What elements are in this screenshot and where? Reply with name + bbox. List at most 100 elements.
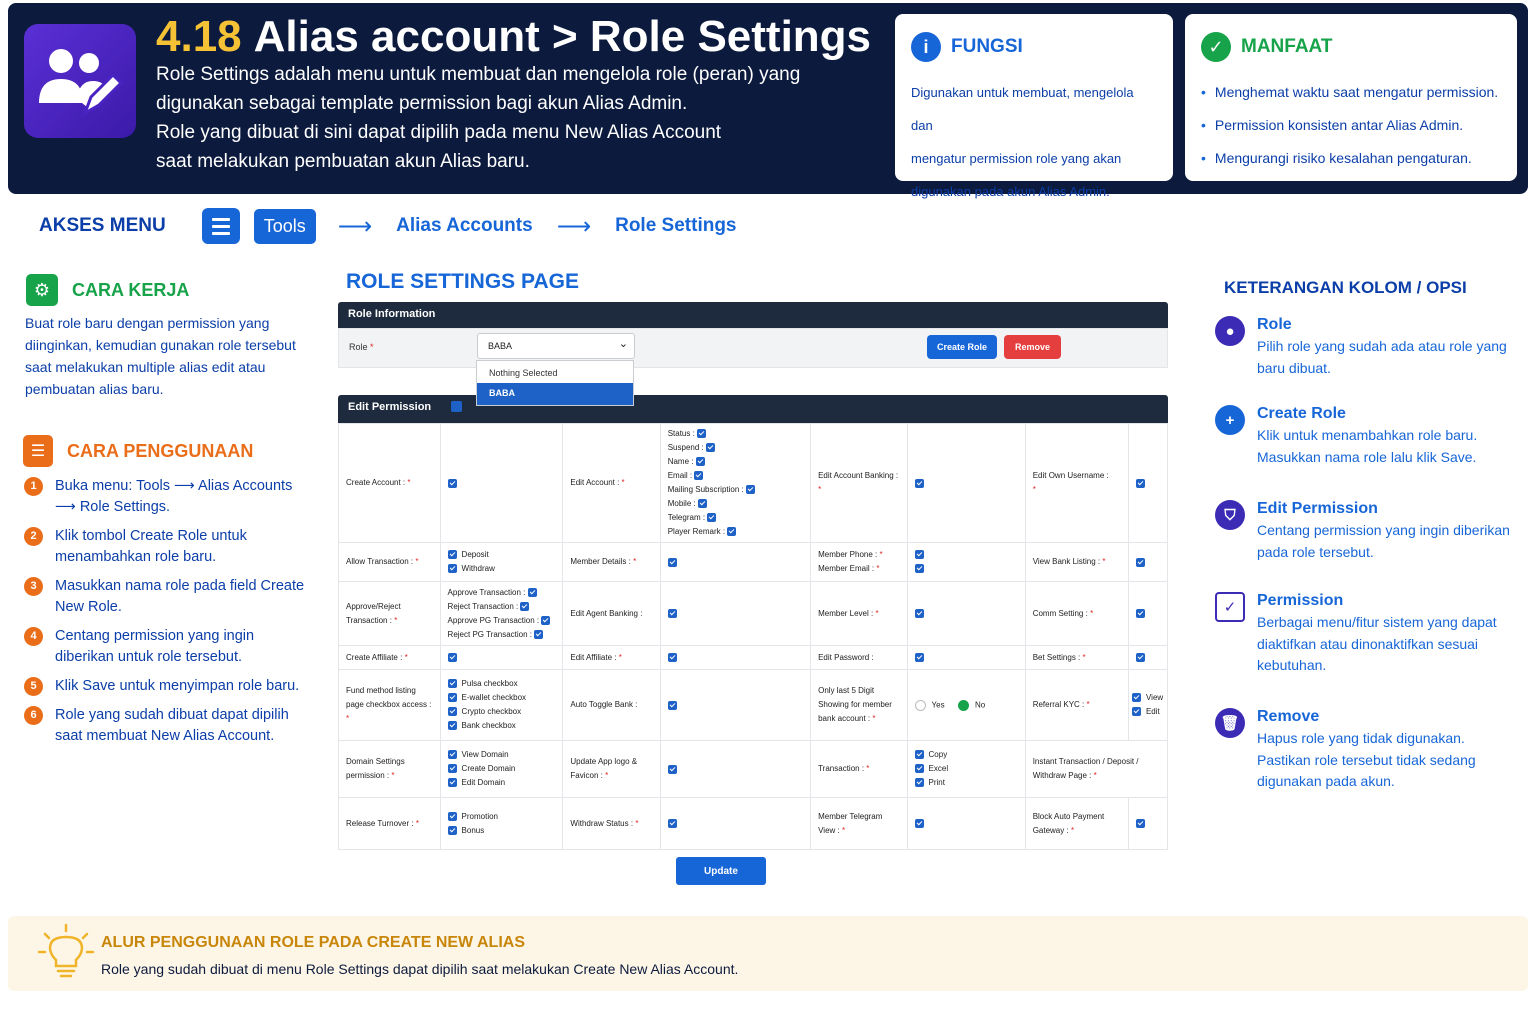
checkbox[interactable] (914, 764, 924, 774)
breadcrumb-alias-accounts[interactable]: Alias Accounts (396, 215, 533, 237)
checkbox[interactable] (1131, 707, 1141, 717)
update-button[interactable]: Update (676, 857, 766, 885)
item-desc: Klik untuk menambahkan role baru. Masukk… (1257, 427, 1478, 465)
hamburger-menu-icon[interactable] (201, 208, 240, 244)
checkbox[interactable] (447, 564, 457, 574)
role-select[interactable]: BABA (477, 333, 635, 359)
keterangan-permission: ✓ Permission Berbagai menu/fitur sistem y… (1215, 592, 1515, 677)
edit-permission-bar: Edit Permission (338, 395, 1168, 423)
checkbox[interactable] (1135, 609, 1145, 619)
checkbox[interactable] (914, 778, 924, 788)
checkbox[interactable] (534, 629, 544, 639)
checkbox[interactable] (667, 700, 677, 710)
checkbox[interactable] (705, 443, 715, 453)
create-account-label: Create Account : * (338, 423, 441, 543)
checkbox[interactable] (1135, 478, 1145, 488)
fungsi-text: Digunakan untuk membuat, mengelola dan m… (911, 76, 1157, 208)
option-label: Print (928, 778, 945, 787)
fund-method-options: Pulsa checkbox E-wallet checkbox Crypto … (439, 669, 564, 741)
referral-kyc-label: Referral KYC : * (1024, 669, 1129, 741)
checkbox[interactable] (914, 653, 924, 663)
checkbox[interactable] (447, 679, 457, 689)
checkbox[interactable] (697, 499, 707, 509)
desc-line: saat melakukan pembuatan akun Alias baru… (156, 151, 530, 172)
breadcrumb-role-settings[interactable]: Role Settings (615, 215, 736, 237)
clipboard-icon: ☰ (23, 435, 53, 467)
bet-settings-label: Bet Settings : * (1024, 645, 1129, 670)
checkbox[interactable] (1135, 653, 1145, 663)
fungsi-card: i FUNGSI Digunakan untuk membuat, mengelo… (895, 14, 1173, 199)
checkbox[interactable] (695, 457, 705, 467)
option-label: View Domain (461, 750, 509, 759)
checkbox[interactable] (745, 485, 755, 495)
steps-list: 1 Buka menu: Tools ⟶ Alias Accounts ⟶ Rol… (24, 476, 314, 755)
item-desc: Berbagai menu/fitur sistem yang dapat di… (1257, 614, 1497, 673)
trash-icon: 🗑 (1215, 708, 1245, 738)
approve-reject-options: Approve Transaction : Reject Transaction… (439, 581, 564, 646)
checkbox[interactable] (727, 527, 737, 537)
checkbox[interactable] (447, 721, 457, 731)
dropdown-option[interactable]: Nothing Selected (477, 361, 633, 383)
item-title: Permission (1257, 592, 1344, 609)
role-dropdown-menu: Nothing Selected BABA (476, 360, 634, 406)
checkbox[interactable] (914, 550, 924, 560)
dropdown-option-selected[interactable]: BABA (477, 383, 633, 405)
edit-permission-checkbox[interactable] (451, 400, 463, 412)
checkbox[interactable] (707, 513, 717, 523)
checkbox[interactable] (697, 429, 707, 439)
checkbox[interactable] (914, 478, 924, 488)
checkbox[interactable] (1135, 557, 1145, 567)
checkbox[interactable] (447, 653, 457, 663)
users-edit-icon (24, 24, 136, 138)
cara-kerja-title: CARA KERJA (72, 279, 190, 300)
option-label: Name : (667, 457, 694, 466)
manfaat-heading: ✓ MANFAAT (1201, 32, 1501, 62)
checkbox[interactable] (667, 764, 677, 774)
checkbox[interactable] (914, 564, 924, 574)
checkbox[interactable] (447, 778, 457, 788)
checkbox[interactable] (447, 825, 457, 835)
checkbox[interactable] (667, 653, 677, 663)
tools-button[interactable]: Tools (253, 208, 316, 244)
fungsi-title: FUNGSI (951, 36, 1023, 57)
create-role-button[interactable]: Create Role (927, 335, 997, 359)
banner-title: ALUR PENGGUNAAN ROLE PADA CREATE NEW ALI… (101, 934, 525, 951)
manfaat-card: ✓ MANFAAT Menghemat waktu saat mengatur p… (1185, 14, 1517, 181)
checkbox[interactable] (447, 693, 457, 703)
checkbox[interactable] (541, 615, 551, 625)
option-label: Approve Transaction : (447, 587, 526, 597)
radio-yes[interactable] (914, 699, 926, 711)
checkbox[interactable] (667, 557, 677, 567)
item-title: Edit Permission (1257, 500, 1378, 517)
option-label: Excel (928, 764, 949, 773)
remove-button[interactable]: Remove (1004, 335, 1061, 359)
option-label: Reject PG Transaction : (447, 629, 533, 639)
checkbox[interactable] (447, 764, 457, 774)
checkbox[interactable] (694, 471, 704, 481)
edit-own-username-cell (1127, 423, 1169, 543)
view-bank-listing-cell (1127, 542, 1169, 582)
checkbox[interactable] (667, 609, 677, 619)
checkbox[interactable] (527, 587, 537, 597)
keterangan-role: ● Role Pilih role yang sudah ada atau rol… (1215, 316, 1515, 379)
checkbox[interactable] (447, 750, 457, 760)
screen-title: ROLE SETTINGS PAGE (346, 270, 579, 293)
checkbox[interactable] (520, 601, 530, 611)
checkbox[interactable] (914, 750, 924, 760)
checkbox[interactable] (667, 819, 677, 829)
checkbox[interactable] (1135, 819, 1145, 829)
lightbulb-icon (37, 923, 95, 978)
checkbox[interactable] (447, 550, 457, 560)
checkbox[interactable] (914, 819, 924, 829)
checkbox[interactable] (447, 707, 457, 717)
radio-no[interactable] (957, 699, 969, 711)
checkbox[interactable] (447, 478, 457, 488)
role-label: Role * (349, 342, 374, 352)
option-label: Email : (667, 471, 693, 480)
gear-icon: ⚙ (26, 274, 58, 306)
shield-icon: ⛉ (1215, 500, 1245, 530)
checkbox[interactable] (447, 811, 457, 821)
checkbox[interactable] (914, 609, 924, 619)
step-item: 4 Centang permission yang ingin diberikan… (24, 626, 314, 668)
checkbox[interactable] (1131, 693, 1141, 703)
